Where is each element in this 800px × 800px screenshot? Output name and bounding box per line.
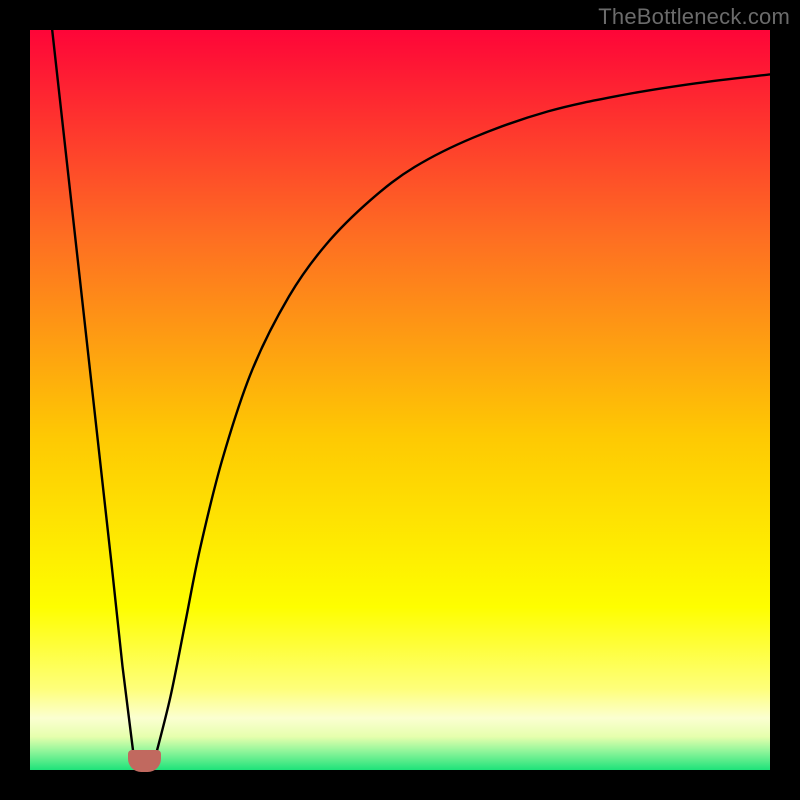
watermark-text: TheBottleneck.com (598, 4, 790, 30)
plot-area (30, 30, 770, 770)
chart-frame: TheBottleneck.com (0, 0, 800, 800)
bottleneck-curve (30, 30, 770, 770)
